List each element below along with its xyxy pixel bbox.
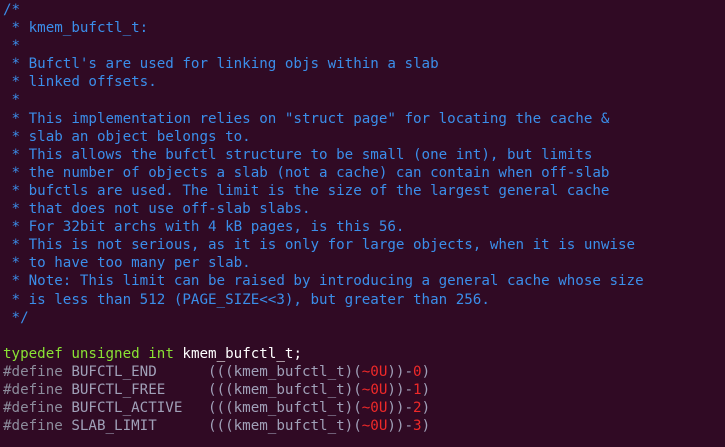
macro-expr-start: (((kmem_bufctl_t)(	[208, 381, 362, 398]
macro-number: 2	[413, 400, 422, 417]
comment-line: /*	[3, 2, 21, 18]
macro-expr-start: (((kmem_bufctl_t)(	[208, 363, 362, 380]
macro-tilde-literal: ~0U	[361, 418, 388, 435]
define-line: #define BUFCTL_ACTIVE (((kmem_bufctl_t)(…	[0, 399, 725, 417]
macro-tilde-literal: ~0U	[361, 363, 388, 380]
comment-line: * Bufctl's are used for linking objs wit…	[3, 56, 439, 73]
comment-line: * For 32bit archs with 4 kB pages, is th…	[3, 219, 405, 236]
macro-expr-start: (((kmem_bufctl_t)(	[208, 400, 362, 417]
macro-number: 1	[413, 381, 422, 398]
code-editor[interactable]: /* * kmem_bufctl_t: * * Bufctl's are use…	[0, 0, 725, 447]
comment-line: * This allows the bufctl structure to be…	[3, 146, 593, 163]
macro-expr-end: )	[421, 363, 431, 380]
typedef-line: typedef unsigned int kmem_bufctl_t;	[0, 345, 725, 363]
define-directive: #define	[3, 381, 63, 398]
macro-expr-mid: ))-	[387, 418, 414, 435]
macro-expr-end: )	[421, 381, 431, 398]
macro-name: BUFCTL_ACTIVE	[71, 400, 183, 417]
comment-line: * kmem_bufctl_t:	[3, 20, 149, 37]
macro-expr-end: )	[421, 400, 431, 417]
comment-line: * bufctls are used. The limit is the siz…	[3, 182, 610, 199]
comment-line: * linked offsets.	[3, 74, 157, 91]
macro-expr-end: )	[421, 418, 431, 435]
comment-line: * This is not serious, as it is only for…	[3, 237, 636, 254]
comment-line: *	[3, 38, 21, 55]
comment-block: /* * kmem_bufctl_t: * * Bufctl's are use…	[0, 1, 725, 327]
comment-line: * the number of objects a slab (not a ca…	[3, 164, 610, 181]
define-directive: #define	[3, 400, 63, 417]
macro-name: BUFCTL_END	[71, 363, 157, 380]
macro-name: BUFCTL_FREE	[71, 381, 166, 398]
macro-expr-start: (((kmem_bufctl_t)(	[208, 418, 362, 435]
comment-line: * slab an object belongs to.	[3, 128, 251, 145]
comment-line: *	[3, 92, 21, 109]
macro-expr-mid: ))-	[387, 381, 414, 398]
macro-name: SLAB_LIMIT	[71, 418, 157, 435]
comment-line: * is less than 512 (PAGE_SIZE<<3), but g…	[3, 291, 490, 308]
macro-tilde-literal: ~0U	[361, 400, 388, 417]
macro-expr-mid: ))-	[387, 400, 414, 417]
define-line: #define BUFCTL_END (((kmem_bufctl_t)(~0U…	[0, 363, 725, 381]
comment-line: * that does not use off-slab slabs.	[3, 201, 311, 218]
unsigned-keyword: unsigned	[71, 345, 140, 362]
define-line: #define BUFCTL_FREE (((kmem_bufctl_t)(~0…	[0, 381, 725, 399]
typedef-name: kmem_bufctl_t;	[182, 345, 302, 362]
macro-number: 0	[413, 363, 422, 380]
int-keyword: int	[148, 345, 174, 362]
define-line: #define SLAB_LIMIT (((kmem_bufctl_t)(~0U…	[0, 417, 725, 435]
define-directive: #define	[3, 363, 63, 380]
comment-line: */	[3, 309, 29, 326]
comment-line: * Note: This limit can be raised by intr…	[3, 273, 644, 290]
macro-tilde-literal: ~0U	[361, 381, 388, 398]
macro-expr-mid: ))-	[387, 363, 414, 380]
comment-line: * This implementation relies on "struct …	[3, 110, 610, 127]
define-directive: #define	[3, 418, 63, 435]
typedef-keyword: typedef	[3, 345, 63, 362]
macro-number: 3	[413, 418, 422, 435]
comment-line: * to have too many per slab.	[3, 255, 251, 272]
